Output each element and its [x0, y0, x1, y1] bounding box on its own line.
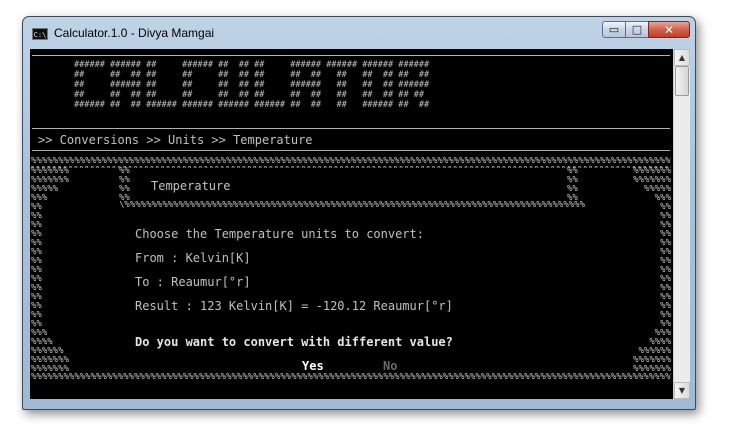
console-window: C:\ Calculator.1.0 - Divya Mamgai ▭ □ ✕ … — [22, 16, 696, 410]
minimize-icon: ▭ — [608, 23, 620, 36]
title-box-left-edge: %% %% %% %% — [119, 167, 130, 203]
no-option[interactable]: No — [383, 359, 397, 373]
result-line: Result : 123 Kelvin[K] = -120.12 Reaumur… — [135, 299, 453, 313]
close-button[interactable]: ✕ — [648, 21, 690, 38]
to-unit-line: To : Reaumur[°r] — [135, 275, 251, 289]
console-screen: ###### ###### ## ###### ## ## ## ###### … — [30, 49, 673, 399]
close-icon: ✕ — [663, 22, 675, 37]
title-box-right-edge: %% %% %% %% — [567, 167, 578, 203]
scroll-up-button[interactable]: ▲ — [674, 49, 690, 66]
frame-border-left: %%%%%%% %%%%%%% %%%%% %%% %% %% %% %% %%… — [31, 167, 69, 374]
minimize-button[interactable]: ▭ — [602, 21, 626, 38]
top-divider — [32, 55, 670, 56]
maximize-button[interactable]: □ — [625, 21, 649, 38]
scroll-up-icon: ▲ — [678, 53, 686, 62]
frame-border-right: %%%%%%% %%%%%%% %%%%% %%% %% %% %% %% %%… — [633, 167, 671, 374]
title-box-bottom-edge: \%%%%%%%%%%%%%%%%%%%%%%%%%%%%%%%%%%%%%%%… — [119, 201, 585, 210]
scroll-down-icon: ▼ — [678, 386, 686, 395]
console-area[interactable]: ###### ###### ## ###### ## ## ## ###### … — [30, 49, 690, 399]
section-title: Temperature — [151, 179, 231, 193]
units-prompt: Choose the Temperature units to convert: — [135, 227, 424, 241]
banner-divider — [32, 128, 670, 129]
frame-border-bottom: %%%%%%%%%%%%%%%%%%%%%%%%%%%%%%%%%%%%%%%%… — [31, 373, 671, 382]
breadcrumb: >> Conversions >> Units >> Temperature — [38, 133, 313, 147]
title-bar[interactable]: C:\ Calculator.1.0 - Divya Mamgai ▭ □ ✕ — [23, 17, 695, 49]
vertical-scrollbar[interactable]: ▲ ▼ — [673, 49, 690, 399]
yes-option[interactable]: Yes — [302, 359, 324, 373]
dialog-frame: %%%%%%%%%%%%%%%%%%%%%%%%%%%%%%%%%%%%%%%%… — [31, 157, 671, 383]
calculator-banner-art: ###### ###### ## ###### ## ## ## ###### … — [74, 60, 430, 110]
console-app-icon[interactable]: C:\ — [32, 28, 48, 40]
scroll-thumb[interactable] — [675, 66, 689, 96]
retry-question: Do you want to convert with different va… — [135, 335, 453, 349]
from-unit-line: From : Kelvin[K] — [135, 251, 251, 265]
breadcrumb-divider — [32, 150, 670, 151]
maximize-icon: □ — [631, 23, 643, 36]
scroll-down-button[interactable]: ▼ — [674, 382, 690, 399]
window-title: Calculator.1.0 - Divya Mamgai — [54, 26, 215, 40]
